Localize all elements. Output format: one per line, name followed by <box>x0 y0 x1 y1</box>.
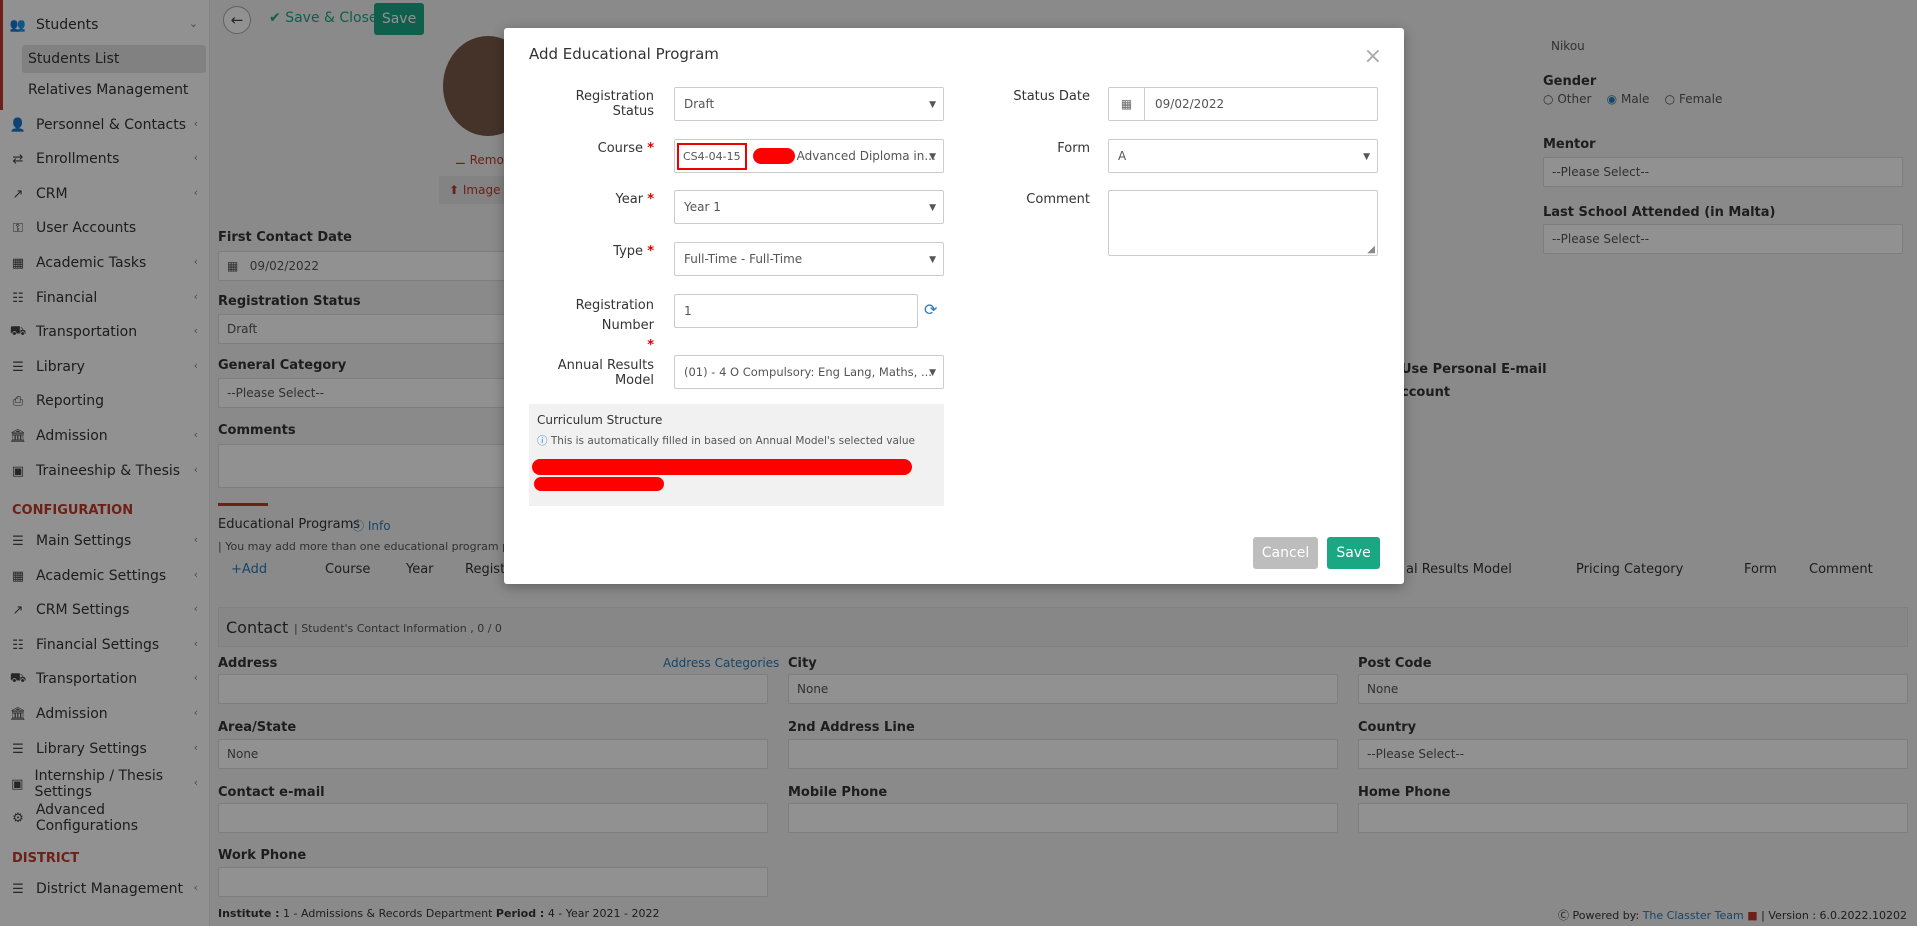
caret-down-icon: ▼ <box>1363 152 1370 162</box>
caret-down-icon: ▼ <box>929 203 936 213</box>
annual-results-label: Annual Results Model <box>557 358 654 388</box>
required-marker: * <box>647 141 654 156</box>
course-select[interactable]: CS4-04-15 Advanced Diploma in... ▼ <box>674 139 944 173</box>
comment-textarea[interactable]: ◢ <box>1108 190 1378 256</box>
caret-down-icon: ▼ <box>929 152 936 162</box>
curriculum-title: Curriculum Structure <box>537 413 663 427</box>
year-label: Year * <box>615 192 654 207</box>
caret-down-icon: ▼ <box>929 255 936 265</box>
reg-status-select[interactable]: Draft ▼ <box>674 87 944 121</box>
caret-down-icon: ▼ <box>929 100 936 110</box>
cancel-button[interactable]: Cancel <box>1253 537 1318 569</box>
curriculum-note: ⓘ This is automatically filled in based … <box>537 435 915 447</box>
type-select[interactable]: Full-Time - Full-Time ▼ <box>674 242 944 276</box>
course-code: CS4-04-15 <box>677 142 747 170</box>
redacted-block <box>532 459 912 475</box>
refresh-icon[interactable]: ⟳ <box>924 300 937 319</box>
status-date-label: Status Date <box>1013 89 1090 104</box>
dialog-title: Add Educational Program <box>529 45 719 63</box>
reg-number-label: Registration Number * <box>575 298 654 353</box>
form-select[interactable]: A ▼ <box>1108 139 1378 173</box>
course-label: Course * <box>597 141 654 156</box>
form-label: Form <box>1057 141 1090 156</box>
required-marker: * <box>647 338 654 353</box>
annual-results-select[interactable]: (01) - 4 O Compulsory: Eng Lang, Maths, … <box>674 355 944 389</box>
status-date-field[interactable]: ▦ 09/02/2022 <box>1108 87 1378 121</box>
reg-status-label: Registration Status <box>575 89 654 119</box>
redacted-block <box>534 477 664 491</box>
reg-number-field[interactable]: 1 <box>674 294 918 328</box>
year-select[interactable]: Year 1 ▼ <box>674 190 944 224</box>
calendar-icon[interactable]: ▦ <box>1109 88 1145 120</box>
dialog-save-button[interactable]: Save <box>1327 537 1380 569</box>
add-educational-program-dialog: Add Educational Program × Registration S… <box>504 28 1404 584</box>
comment-label: Comment <box>1026 192 1090 207</box>
required-marker: * <box>647 192 654 207</box>
type-label: Type * <box>613 244 654 259</box>
info-icon: ⓘ <box>537 435 548 447</box>
resize-handle-icon[interactable]: ◢ <box>1367 244 1375 255</box>
close-icon[interactable]: × <box>1364 44 1382 69</box>
required-marker: * <box>647 244 654 259</box>
curriculum-structure-box: Curriculum Structure ⓘ This is automatic… <box>529 404 944 506</box>
redacted-block <box>752 148 795 164</box>
caret-down-icon: ▼ <box>929 368 936 378</box>
